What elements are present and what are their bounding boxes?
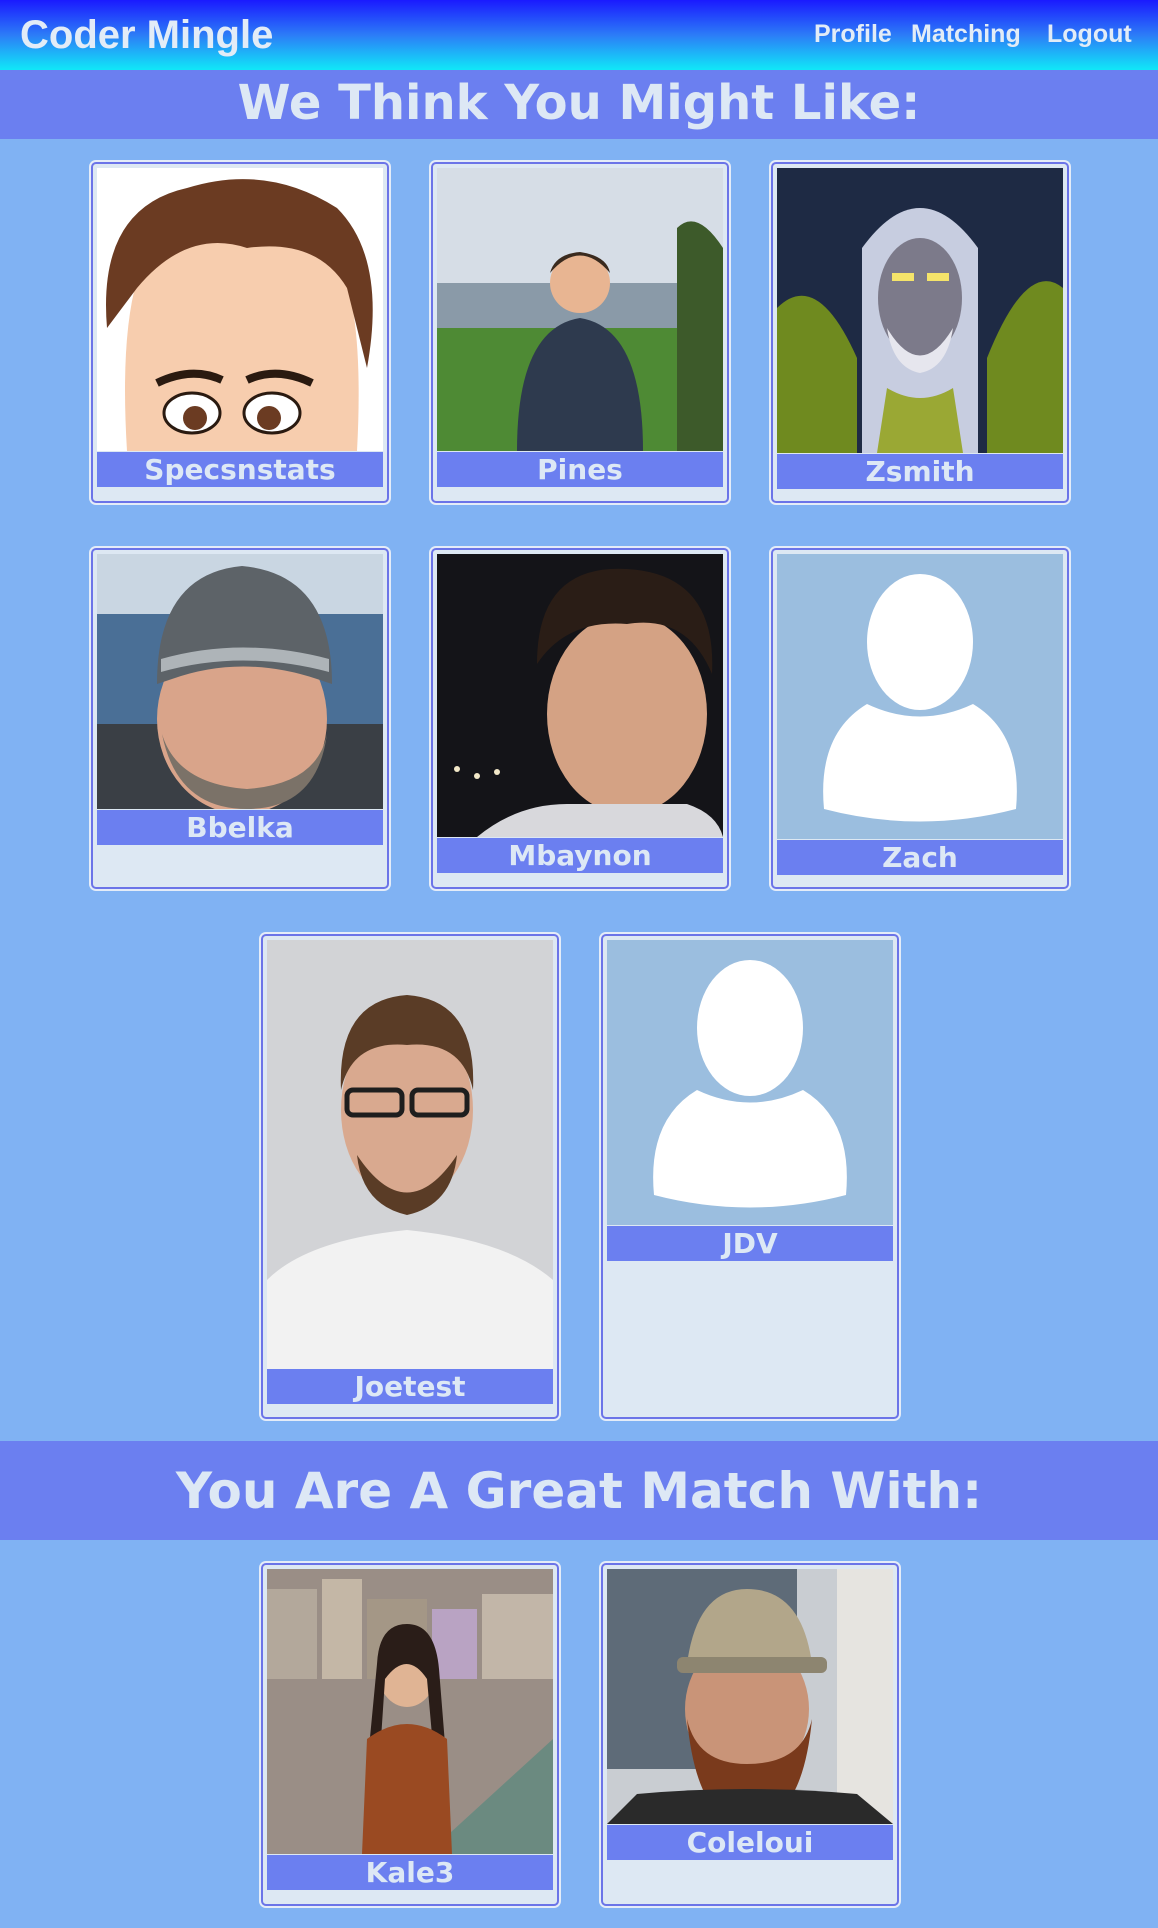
profile-card[interactable]: Kale3 — [261, 1563, 559, 1906]
profile-card[interactable]: Mbaynon — [431, 548, 729, 889]
suggestions-heading: We Think You Might Like: — [0, 70, 1158, 139]
profile-card-name: Kale3 — [267, 1855, 553, 1890]
profile-card-name: Mbaynon — [437, 838, 723, 873]
nav-profile-link[interactable]: Profile — [814, 20, 892, 49]
user-photo-icon — [267, 1569, 553, 1854]
nav-logout-link[interactable]: Logout — [1047, 20, 1132, 49]
default-avatar-icon — [607, 940, 893, 1225]
nav-matching-link[interactable]: Matching — [911, 20, 1021, 49]
user-photo-icon — [607, 1569, 893, 1824]
profile-card[interactable]: Bbelka — [91, 548, 389, 889]
profile-card[interactable]: Coleloui — [601, 1563, 899, 1906]
profile-card-name: Pines — [437, 452, 723, 487]
user-photo-icon — [97, 554, 383, 809]
user-photo-icon — [437, 168, 723, 451]
default-avatar-icon — [777, 554, 1063, 839]
profile-card-name: Coleloui — [607, 1825, 893, 1860]
user-photo-icon — [437, 554, 723, 837]
profile-card[interactable]: Pines — [431, 162, 729, 503]
profile-card-name: JDV — [607, 1226, 893, 1261]
profile-card[interactable]: Zsmith — [771, 162, 1069, 503]
cartoon-avatar-icon — [97, 168, 383, 451]
profile-card-name: Joetest — [267, 1369, 553, 1404]
fantasy-character-icon — [777, 168, 1063, 453]
profile-card-name: Zach — [777, 840, 1063, 875]
profile-card-name: Specsnstats — [97, 452, 383, 487]
profile-card-name: Bbelka — [97, 810, 383, 845]
profile-card-name: Zsmith — [777, 454, 1063, 489]
user-photo-icon — [267, 940, 553, 1371]
app-title[interactable]: Coder Mingle — [20, 13, 273, 58]
profile-card[interactable]: Zach — [771, 548, 1069, 889]
profile-card[interactable]: JDV — [601, 934, 899, 1419]
top-navbar: Coder Mingle Profile Matching Logout — [0, 0, 1158, 70]
profile-card[interactable]: Specsnstats — [91, 162, 389, 503]
profile-card[interactable]: Joetest — [261, 934, 559, 1419]
matches-heading: You Are A Great Match With: — [0, 1441, 1158, 1540]
